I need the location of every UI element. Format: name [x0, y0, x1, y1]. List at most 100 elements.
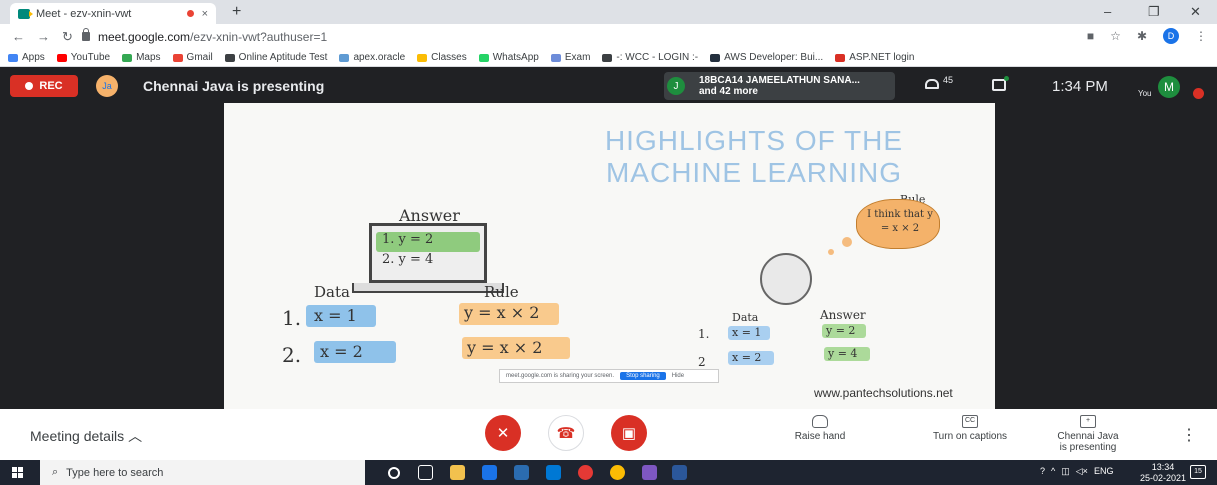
bookmark-item[interactable]: Apps [8, 52, 45, 63]
meet-tab[interactable]: Meet - ezv-xnin-vwt × [10, 3, 216, 24]
record-dot-icon [25, 82, 34, 90]
app-icon[interactable] [482, 465, 497, 480]
rule-label: Rule [484, 283, 519, 301]
recording-indicator-icon [186, 10, 194, 17]
people-icon[interactable] [925, 79, 939, 89]
windows-start-icon[interactable] [12, 467, 24, 479]
bookmark-label: Online Aptitude Test [238, 52, 328, 63]
camera-off-icon: ▣ [621, 425, 637, 442]
chat-icon[interactable] [992, 79, 1006, 91]
bookmark-favicon-icon [224, 53, 235, 62]
leave-call-button[interactable]: ☎ [548, 415, 584, 451]
task-view-icon[interactable] [418, 465, 433, 480]
recording-badge[interactable]: REC [10, 75, 78, 97]
presenting-text: Chennai Java is presenting [143, 78, 325, 94]
browser-menu-icon[interactable]: ⋮ [1195, 29, 1207, 43]
meeting-details-label: Meeting details [30, 428, 125, 444]
slide-title-line1: HIGHLIGHTS OF THE [604, 125, 904, 156]
maximize-button[interactable]: ❐ [1148, 4, 1160, 20]
slide-title: HIGHLIGHTS OF THE MACHINE LEARNING [544, 125, 964, 189]
camera-indicator-icon[interactable]: ■ [1087, 29, 1094, 43]
bookmark-label: Maps [136, 52, 161, 63]
answer-1: 1. y = 2 [382, 232, 434, 247]
bookmark-item[interactable]: Maps [122, 52, 161, 63]
taskbar-clock[interactable]: 13:34 25-02-2021 [1140, 462, 1186, 484]
volume-icon[interactable]: ◁× [1076, 466, 1088, 477]
bookmark-favicon-icon [122, 53, 133, 62]
url-field[interactable]: meet.google.com/ezv-xnin-vwt?authuser=1 [82, 27, 1082, 46]
notification-center-icon[interactable]: 15 [1190, 465, 1206, 479]
robot-row2-number: 2 [698, 355, 706, 369]
language-indicator[interactable]: ENG [1094, 466, 1114, 477]
presenting-line2: is presenting [1059, 442, 1117, 453]
bookmark-item[interactable]: -: WCC - LOGIN :- [602, 52, 698, 63]
row1-data: x = 1 [314, 306, 357, 325]
participant-avatar: J [667, 77, 685, 95]
captions-button[interactable]: CC Turn on captions [920, 415, 1020, 442]
chevron-up-icon[interactable]: ^ [1051, 466, 1055, 477]
opera-icon[interactable] [578, 465, 593, 480]
taskbar-search-input[interactable]: ⌕ Type here to search [40, 460, 365, 485]
bookmark-item[interactable]: YouTube [56, 52, 110, 63]
store-icon[interactable] [546, 465, 561, 480]
hide-notice-button[interactable]: Hide [672, 373, 684, 379]
reload-icon[interactable]: ↻ [62, 29, 73, 45]
cortana-icon[interactable] [388, 467, 400, 479]
more-options-icon[interactable]: ⋮ [1181, 425, 1197, 445]
bookmark-item[interactable]: Classes [417, 52, 467, 63]
rec-label: REC [39, 80, 63, 92]
stop-sharing-button[interactable]: Stop sharing [620, 372, 666, 380]
file-explorer-icon[interactable] [450, 465, 465, 480]
hangup-icon: ☎ [556, 425, 576, 442]
robot-data-label: Data [732, 311, 759, 324]
bookmark-item[interactable]: Gmail [172, 52, 213, 63]
word-icon[interactable] [672, 465, 687, 480]
bookmark-item[interactable]: apex.oracle [339, 52, 405, 63]
presenter-avatar: Ja [96, 75, 118, 97]
people-count: 45 [943, 75, 954, 85]
presenting-line1: Chennai Java [1057, 431, 1119, 442]
raise-hand-button[interactable]: Raise hand [790, 415, 850, 442]
close-window-button[interactable]: ✕ [1190, 4, 1201, 20]
share-notice-text: meet.google.com is sharing your screen. [506, 373, 615, 379]
self-avatar[interactable]: M [1158, 76, 1180, 98]
presenting-button[interactable]: + Chennai Java is presenting [1048, 415, 1128, 453]
camera-toggle-button[interactable]: ▣ [611, 415, 647, 451]
back-icon[interactable]: ← [12, 29, 25, 44]
meet-top-bar: REC Ja Chennai Java is presenting J 18BC… [0, 67, 1217, 103]
presentation-stage: HIGHLIGHTS OF THE MACHINE LEARNING Answe… [0, 103, 1217, 409]
chrome-icon[interactable] [610, 465, 625, 480]
extensions-icon[interactable]: ✱ [1137, 29, 1147, 43]
tab-close-icon[interactable]: × [202, 8, 208, 20]
chevron-up-icon: ︿ [128, 428, 143, 444]
network-icon[interactable]: ◫ [1061, 466, 1070, 477]
app-icon[interactable] [642, 465, 657, 480]
minimize-button[interactable]: – [1104, 4, 1111, 19]
address-bar-row: ← → ↻ meet.google.com/ezv-xnin-vwt?authu… [0, 24, 1217, 49]
slide-title-line2: MACHINE LEARNING [605, 157, 903, 188]
bookmark-favicon-icon [602, 53, 613, 62]
app-icon[interactable] [514, 465, 529, 480]
new-tab-button[interactable]: + [232, 3, 241, 21]
row1-rule: y = x × 2 [464, 303, 540, 322]
meeting-details-button[interactable]: Meeting details ︿ [30, 426, 142, 446]
bookmark-favicon-icon [835, 53, 846, 62]
participant-more: and 42 more [699, 86, 758, 97]
bookmark-item[interactable]: WhatsApp [478, 52, 539, 63]
robot-row2-answer: y = 4 [828, 347, 858, 360]
bookmark-item[interactable]: AWS Developer: Bui... [710, 52, 823, 63]
bookmark-label: apex.oracle [353, 52, 406, 63]
forward-icon[interactable]: → [37, 29, 50, 44]
bookmark-item[interactable]: Online Aptitude Test [224, 52, 328, 63]
profile-avatar[interactable]: D [1163, 28, 1179, 44]
bookmark-item[interactable]: ASP.NET login [835, 52, 914, 63]
bookmark-star-icon[interactable]: ☆ [1110, 29, 1121, 43]
row2-rule: y = x × 2 [467, 338, 543, 357]
captions-icon: CC [962, 415, 978, 428]
help-icon[interactable]: ? [1040, 466, 1045, 477]
bookmark-item[interactable]: Exam [550, 52, 590, 63]
mic-toggle-button[interactable]: ✕ [485, 415, 521, 451]
participant-tile[interactable]: J 18BCA14 JAMEELATHUN SANA... and 42 mor… [664, 72, 895, 100]
participant-name: 18BCA14 JAMEELATHUN SANA... [699, 75, 860, 86]
robot-thought: I think that y = x × 2 [867, 209, 933, 234]
